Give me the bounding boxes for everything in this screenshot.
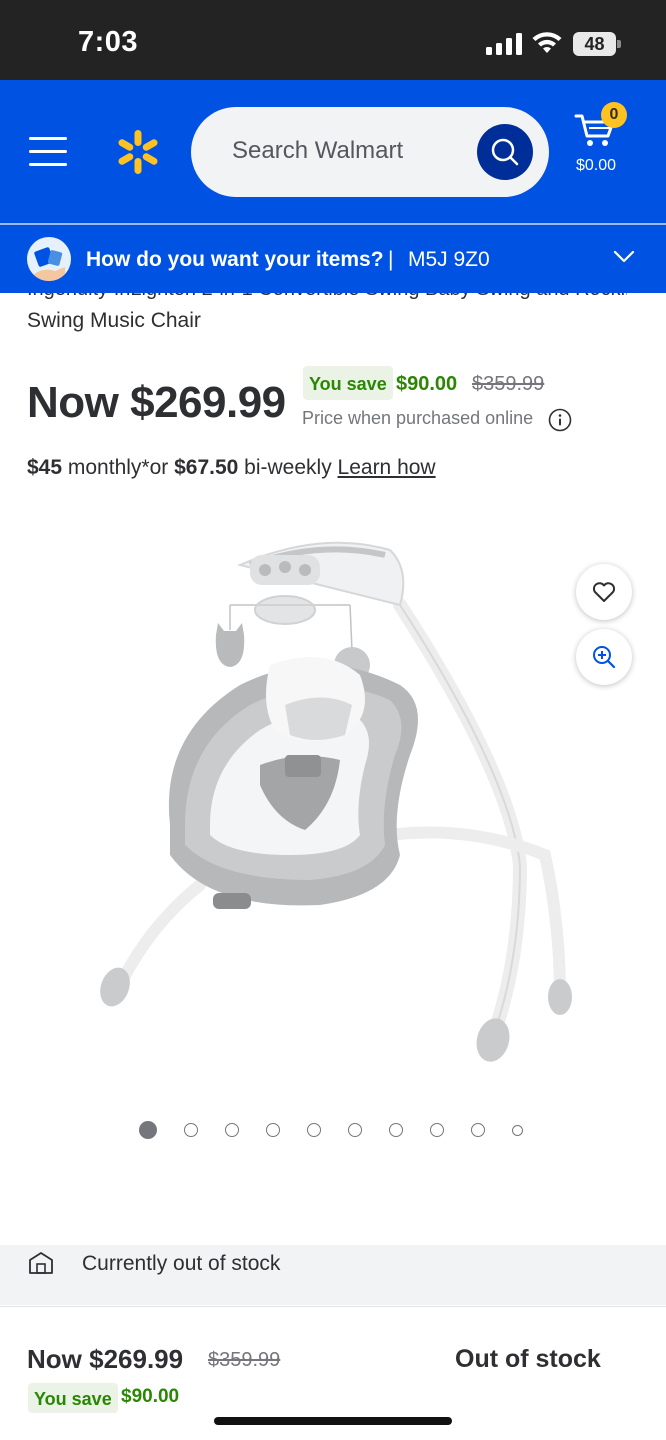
battery-icon: 48 [573, 32, 621, 56]
was-price: $359.99 [472, 373, 545, 395]
wifi-icon [532, 32, 562, 53]
bottom-you-save-badge: You save [28, 1383, 118, 1413]
bottom-save-amount: $90.00 [121, 1386, 180, 1407]
carousel-dot[interactable] [471, 1123, 485, 1137]
image-carousel-indicator [139, 1121, 539, 1141]
bottom-was-price: $359.99 [208, 1349, 281, 1371]
carousel-dot[interactable] [430, 1123, 444, 1137]
biweekly-suffix: bi-weekly [238, 456, 338, 479]
monthly-suffix: monthly*or [62, 456, 175, 479]
delivery-icon [27, 237, 71, 281]
biweekly-amount: $67.50 [174, 456, 239, 479]
carousel-dot[interactable] [348, 1123, 362, 1137]
search-icon [491, 138, 519, 166]
favorite-button[interactable] [576, 564, 632, 620]
cart-total[interactable]: $0.00 [576, 157, 616, 175]
product-title: Swing Music Chair [27, 309, 201, 332]
battery-level: 48 [573, 32, 616, 56]
cart-count-badge: 0 [601, 102, 627, 128]
installment-info: $45 monthly*or $67.50 bi-weekly Learn ho… [27, 456, 436, 480]
status-bar: 7:03 48 [0, 0, 666, 80]
fulfillment-selector[interactable]: How do you want your items? | M5J 9Z0 [0, 225, 666, 293]
fulfillment-separator: | [388, 248, 394, 271]
price-note: Price when purchased online [302, 408, 534, 428]
carousel-dot[interactable] [512, 1125, 523, 1136]
info-icon[interactable] [548, 408, 572, 432]
current-price: Now $269.99 [27, 378, 286, 427]
search-button[interactable] [477, 124, 533, 180]
store-icon [29, 1252, 53, 1274]
search-input[interactable]: Search Walmart [191, 107, 549, 197]
carousel-dot[interactable] [266, 1123, 280, 1137]
save-amount: $90.00 [396, 373, 458, 395]
heart-icon [592, 582, 616, 602]
carousel-dot[interactable] [389, 1123, 403, 1137]
sticky-price-bar: Now $269.99 $359.99 You save $90.00 Out … [0, 1306, 666, 1440]
chevron-down-icon[interactable] [612, 249, 636, 265]
menu-icon[interactable] [29, 137, 67, 167]
bottom-current-price: Now $269.99 [27, 1344, 184, 1374]
walmart-spark-icon[interactable] [114, 128, 162, 176]
stock-status: Currently out of stock [0, 1245, 666, 1305]
monthly-amount: $45 [27, 456, 63, 479]
product-image[interactable] [90, 525, 580, 1070]
zoom-in-icon [593, 646, 616, 669]
out-of-stock-label: Out of stock [455, 1345, 601, 1373]
carousel-dot[interactable] [184, 1123, 198, 1137]
home-indicator [214, 1417, 452, 1425]
stock-message: Currently out of stock [82, 1252, 281, 1275]
carousel-dot[interactable] [225, 1123, 239, 1137]
cellular-signal-icon [486, 33, 522, 55]
zoom-button[interactable] [576, 629, 632, 685]
status-time: 7:03 [78, 26, 139, 58]
search-placeholder: Search Walmart [232, 137, 404, 164]
you-save-badge: You save [303, 366, 393, 400]
learn-how-link[interactable]: Learn how [338, 456, 436, 479]
carousel-dot[interactable] [139, 1121, 157, 1139]
carousel-dot[interactable] [307, 1123, 321, 1137]
postal-code: M5J 9Z0 [408, 248, 490, 271]
fulfillment-prompt: How do you want your items? [86, 248, 384, 271]
